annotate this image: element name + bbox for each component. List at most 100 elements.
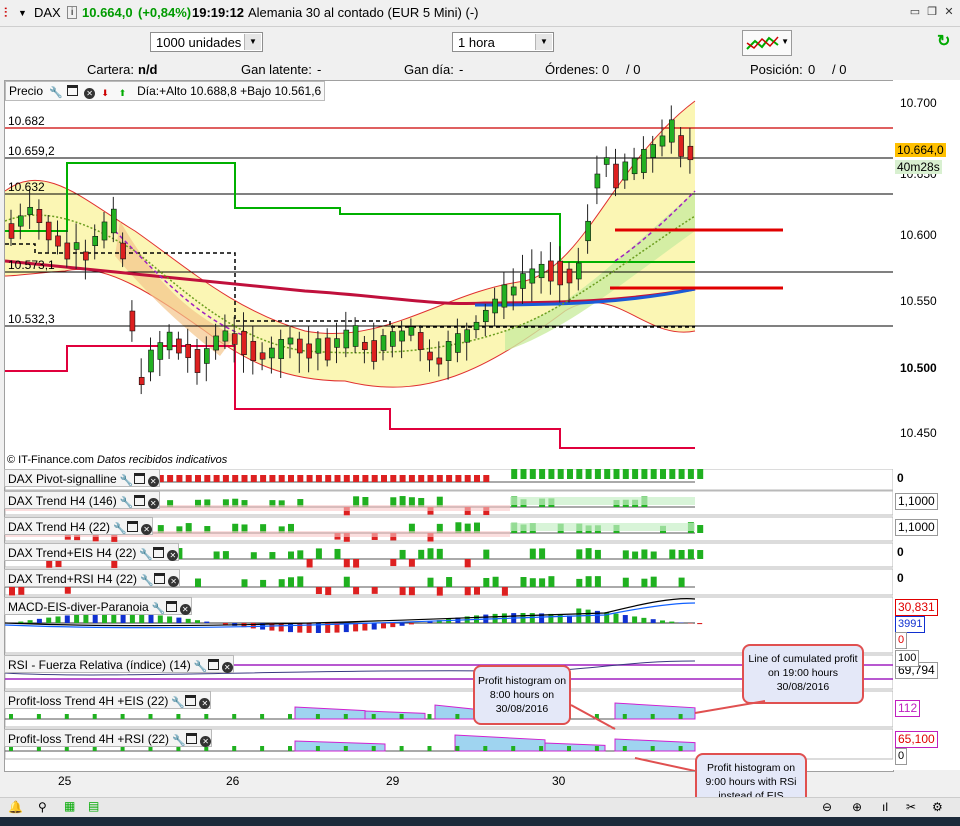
- signal-bar: [278, 579, 285, 587]
- chevron-down-icon[interactable]: ▼: [535, 34, 552, 50]
- arrow-down-icon[interactable]: ⬇: [101, 84, 112, 98]
- close-icon[interactable]: ✕: [147, 476, 159, 487]
- wrench-icon[interactable]: 🔧: [171, 698, 185, 709]
- zoom-out-icon[interactable]: ⊖: [822, 800, 832, 814]
- chevron-down-icon[interactable]: ▼: [244, 34, 261, 50]
- callout-cumulated-profit-text: Line of cumulated profit on 19:00 hours …: [748, 653, 858, 693]
- window-icon[interactable]: [133, 473, 145, 484]
- candle-body: [520, 273, 526, 289]
- close-icon[interactable]: ✕: [167, 550, 179, 561]
- macd-bar: [585, 609, 591, 623]
- signal-bar: [371, 475, 378, 482]
- wrench-icon[interactable]: 🔧: [140, 576, 154, 587]
- settings-icon[interactable]: ⚙: [932, 800, 943, 814]
- signal-bar: [436, 475, 443, 482]
- indicator-value-secondary: 3991: [895, 616, 926, 633]
- close-icon[interactable]: ✕: [199, 698, 211, 709]
- macd-bar: [622, 615, 628, 623]
- signal-bar: [483, 475, 490, 482]
- wrench-icon[interactable]: 🔧: [194, 662, 208, 673]
- wrench-icon[interactable]: 🔧: [152, 604, 166, 615]
- magnifier-icon[interactable]: ⚲: [38, 800, 47, 814]
- close-icon[interactable]: ✕: [141, 524, 153, 535]
- profit-bar: [288, 714, 292, 719]
- profit-bar: [288, 746, 292, 751]
- grid-icon[interactable]: ▦: [64, 799, 75, 813]
- signal-bar: [464, 559, 471, 568]
- signal-bar: [474, 587, 480, 595]
- signal-bar: [222, 475, 229, 482]
- close-icon[interactable]: ✕: [942, 5, 956, 19]
- signal-bar: [632, 469, 639, 479]
- posicion-value-2[interactable]: / 0: [832, 62, 846, 77]
- countdown-label: 40m28s: [895, 160, 942, 174]
- candle-body: [473, 321, 480, 331]
- posicion-value[interactable]: 0: [808, 62, 815, 77]
- close-icon[interactable]: ✕: [84, 88, 96, 99]
- window-icon[interactable]: [153, 547, 165, 558]
- window-icon[interactable]: [165, 601, 177, 612]
- window-icon[interactable]: [154, 573, 166, 584]
- signal-bar: [520, 577, 527, 587]
- close-icon[interactable]: ✕: [200, 736, 212, 747]
- chart-small-icon[interactable]: ▤: [88, 799, 99, 813]
- arrow-up-icon[interactable]: ⬆: [119, 84, 130, 98]
- bell-icon[interactable]: 🔔: [8, 800, 23, 814]
- scissors-icon[interactable]: ✂: [906, 800, 916, 814]
- wrench-icon[interactable]: 🔧: [120, 476, 134, 487]
- chart-type-icon[interactable]: ıl: [882, 800, 888, 814]
- window-icon[interactable]: [186, 733, 198, 744]
- signal-bar: [325, 475, 332, 482]
- signal-bar: [250, 475, 257, 482]
- close-icon[interactable]: ✕: [179, 604, 191, 615]
- signal-bar: [660, 469, 666, 479]
- wrench-icon[interactable]: 🔧: [139, 550, 153, 561]
- quantity-select[interactable]: 1000 unidades ▼: [150, 32, 263, 52]
- zoom-in-icon[interactable]: ⊕: [852, 800, 862, 814]
- indicator-header: Profit-loss Trend 4H +RSI (22) 🔧 ✕: [4, 729, 213, 747]
- candle-body: [389, 331, 396, 347]
- wrench-icon[interactable]: 🔧: [49, 88, 63, 99]
- close-icon[interactable]: ✕: [168, 576, 180, 587]
- close-icon[interactable]: ✕: [221, 662, 233, 673]
- restore-icon[interactable]: ❐: [925, 5, 939, 19]
- signal-bar: [697, 525, 704, 533]
- signal-bar: [436, 548, 443, 559]
- ordenes-value-2[interactable]: / 0: [626, 62, 640, 77]
- wrench-icon[interactable]: 🔧: [172, 736, 186, 747]
- close-icon[interactable]: ✕: [147, 498, 159, 509]
- info-icon[interactable]: i: [67, 6, 78, 19]
- window-icon[interactable]: [133, 495, 145, 506]
- ordenes-value[interactable]: 0: [602, 62, 609, 77]
- candle-body: [641, 149, 647, 173]
- axis-label: 10.500: [900, 361, 937, 375]
- symbol-label[interactable]: DAX: [34, 5, 61, 20]
- chart-style-button[interactable]: ▼: [742, 30, 792, 56]
- candle-body: [445, 341, 452, 361]
- profit-bar: [427, 714, 432, 719]
- callout-profit-8h: Profit histogram on 8:00 hours on 30/08/…: [473, 665, 571, 725]
- chevron-down-icon[interactable]: ▼: [781, 37, 789, 46]
- wrench-icon[interactable]: 🔧: [120, 498, 134, 509]
- signal-bar: [334, 475, 341, 482]
- indicator-title: DAX Pivot-signalline: [8, 472, 117, 486]
- dropdown-arrow-icon[interactable]: ▼: [18, 8, 27, 18]
- minimize-icon[interactable]: ▭: [908, 5, 922, 19]
- wrench-icon[interactable]: 🔧: [113, 524, 127, 535]
- window-icon[interactable]: [185, 695, 197, 706]
- candle-body: [492, 298, 498, 314]
- x-axis-label: 25: [58, 774, 72, 788]
- signal-bar: [408, 587, 415, 596]
- macd-bar: [650, 619, 656, 623]
- bollinger-band: [5, 101, 695, 388]
- posicion-label: Posición:: [750, 62, 803, 77]
- indicator-panels[interactable]: [5, 469, 893, 769]
- window-icon[interactable]: [207, 659, 219, 670]
- window-icon[interactable]: [66, 85, 78, 96]
- timeframe-select[interactable]: 1 hora ▼: [452, 32, 554, 52]
- axis-label: 10.600: [900, 228, 937, 242]
- window-icon[interactable]: [127, 521, 139, 532]
- refresh-icon[interactable]: ↻: [937, 31, 955, 53]
- signal-bar: [622, 577, 629, 587]
- cartera-label: Cartera:: [87, 62, 134, 77]
